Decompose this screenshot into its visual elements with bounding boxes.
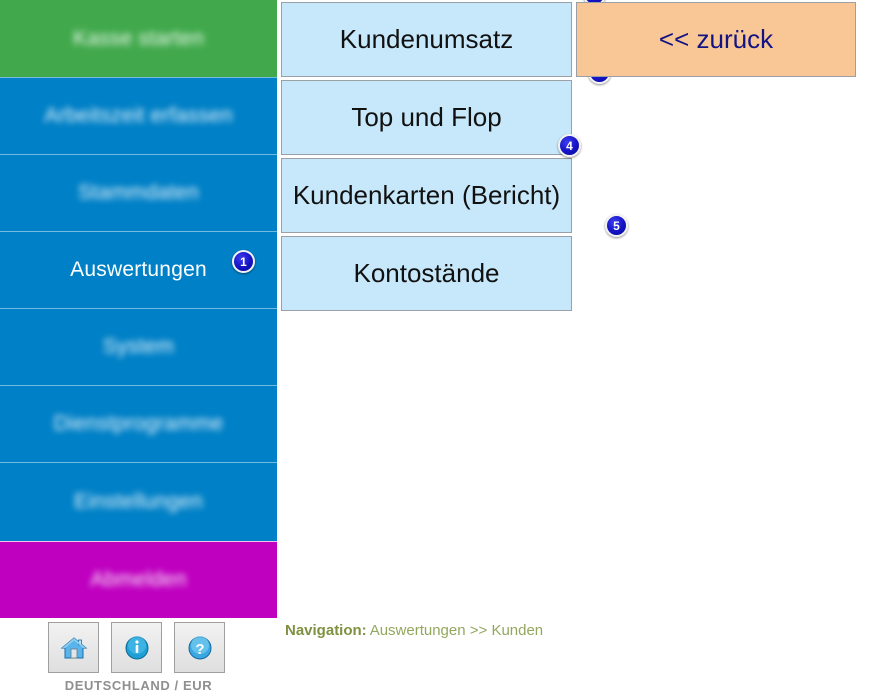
sidebar-item-label: Arbeitszeit erfassen [44, 104, 233, 127]
sidebar-item-stammdaten[interactable]: Stammdaten [0, 154, 277, 231]
sidebar-item-einstellungen[interactable]: Einstellungen [0, 462, 277, 541]
main-button-label: Top und Flop [351, 102, 502, 132]
sidebar-item-label: Auswertungen [70, 258, 207, 281]
main-button-label: Kundenumsatz [339, 24, 514, 54]
locale-label: DEUTSCHLAND / EUR [64, 678, 213, 693]
main-button-badge: 5 [605, 214, 628, 237]
home-icon [60, 634, 88, 662]
main-button-badge: 4 [558, 134, 581, 157]
sidebar-item-kasse-starten[interactable]: Kasse starten [0, 0, 277, 77]
main-button-kontostaende[interactable]: Kontostände 5 [281, 214, 628, 311]
main-button-label: Kontostände [353, 258, 500, 288]
sidebar-item-label: Stammdaten [77, 181, 200, 204]
info-button[interactable] [111, 622, 162, 673]
sidebar-item-label: Einstellungen [74, 490, 203, 513]
sidebar-item-badge: 1 [232, 250, 255, 273]
breadcrumb-label: Navigation: [285, 622, 367, 639]
help-button[interactable]: ? [174, 622, 225, 673]
sidebar-item-auswertungen[interactable]: Auswertungen 1 [0, 231, 277, 308]
breadcrumb: Navigation: Auswertungen >> Kunden [285, 622, 543, 639]
sidebar-item-dienstprogramme[interactable]: Dienstprogramme [0, 385, 277, 462]
help-icon: ? [186, 634, 214, 662]
main-button-top-und-flop[interactable]: Top und Flop 3 [281, 61, 611, 155]
sidebar: Kasse starten Arbeitszeit erfassen Stamm… [0, 0, 277, 618]
info-icon [123, 634, 151, 662]
back-button-label: << zurück [658, 24, 774, 54]
sidebar-item-arbeitszeit-erfassen[interactable]: Arbeitszeit erfassen [0, 77, 277, 154]
sidebar-item-label: Kasse starten [73, 26, 204, 50]
breadcrumb-path: Auswertungen >> Kunden [369, 622, 544, 639]
home-button[interactable] [48, 622, 99, 673]
main-button-kundenkarten-bericht[interactable]: Kundenkarten (Bericht) 4 [281, 134, 581, 233]
sidebar-item-label: System [102, 335, 175, 358]
back-button[interactable]: << zurück [576, 2, 856, 77]
sidebar-item-label: Dienstprogramme [53, 412, 224, 435]
sidebar-item-label: Abmelden [90, 568, 187, 591]
main-button-label: Kundenkarten (Bericht) [292, 180, 561, 210]
sidebar-item-system[interactable]: System [0, 308, 277, 385]
main-button-kundenumsatz[interactable]: Kundenumsatz 2 [281, 0, 606, 77]
sidebar-item-abmelden[interactable]: Abmelden [0, 541, 277, 618]
bottom-icon-bar: ? [48, 622, 225, 673]
svg-text:?: ? [195, 641, 204, 658]
